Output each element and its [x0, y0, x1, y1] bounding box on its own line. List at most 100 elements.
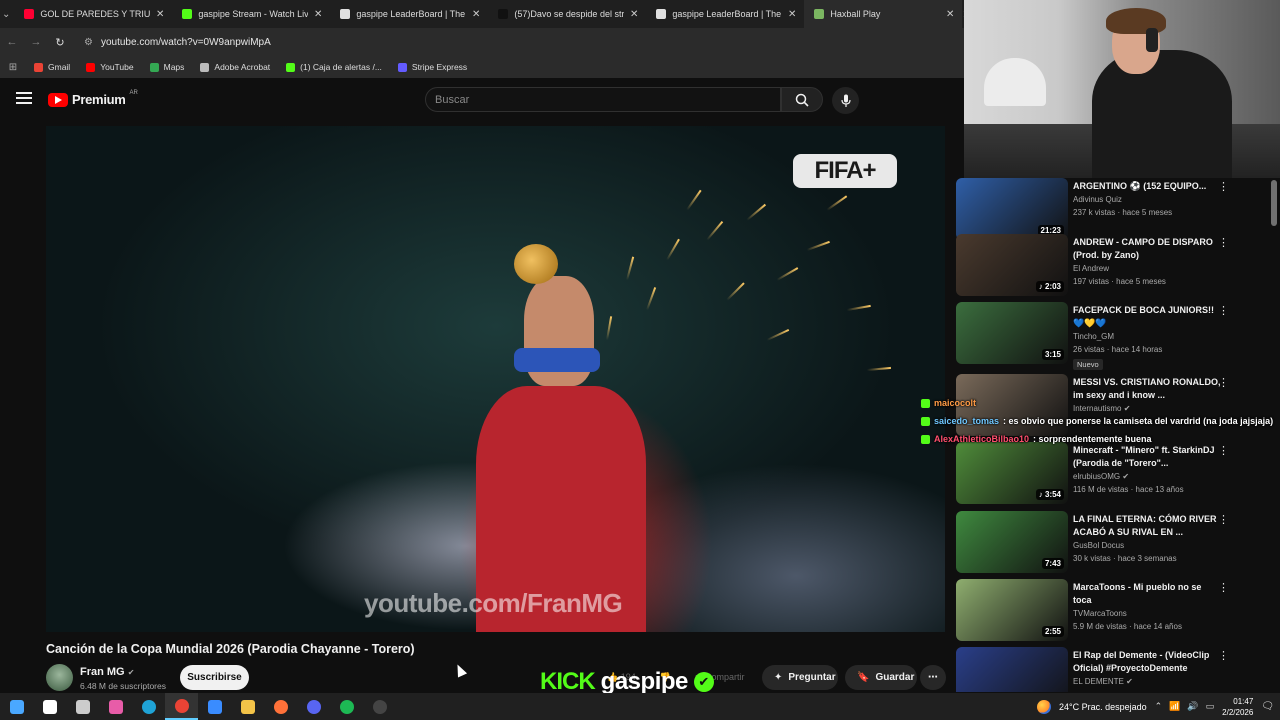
- recommended-video-title: Minecraft - "Minero" ft. StarkinDJ (Paro…: [1073, 445, 1215, 468]
- tab-close-icon[interactable]: ✕: [314, 9, 322, 20]
- apps-grid-icon[interactable]: ⊞: [0, 62, 26, 73]
- explorer-icon: [240, 699, 255, 714]
- tab-close-icon[interactable]: ✕: [156, 9, 164, 20]
- tab-4[interactable]: (57)Davo se despide del stream ✕: [488, 0, 646, 28]
- taskbar-firefox-icon[interactable]: [264, 693, 297, 720]
- search-input[interactable]: Buscar: [425, 87, 781, 112]
- taskbar-search-icon[interactable]: [33, 693, 66, 720]
- more-vertical-icon[interactable]: ⋮: [1218, 304, 1229, 317]
- youtube-premium-logo[interactable]: Premium AR: [48, 90, 138, 107]
- tab-title: GOL DE PAREDES Y TRIUNFAZO: [40, 9, 150, 19]
- voice-search-button[interactable]: [832, 87, 859, 114]
- taskbar-obs-icon[interactable]: [363, 693, 396, 720]
- new-badge: Nuevo: [1073, 359, 1103, 370]
- bookmark-item[interactable]: Stripe Express: [390, 62, 475, 72]
- clock[interactable]: 01:47 2/2/2026: [1222, 696, 1253, 718]
- recommended-video-title: LA FINAL ETERNA: CÓMO RIVER ACABÓ A SU R…: [1073, 514, 1217, 537]
- tab-search-icon[interactable]: ⌄: [2, 3, 10, 25]
- channel-name[interactable]: Fran MG ✔: [80, 666, 134, 678]
- site-info-icon[interactable]: ⚙: [84, 37, 93, 48]
- tab-2[interactable]: gaspipe Stream - Watch Live on ✕: [172, 0, 330, 28]
- bookmark-item[interactable]: (1) Caja de alertas /...: [278, 62, 390, 72]
- reload-icon[interactable]: ↻: [48, 36, 72, 49]
- save-button[interactable]: 🔖 Guardar: [845, 665, 917, 690]
- more-vertical-icon[interactable]: ⋮: [1218, 180, 1229, 193]
- kick-logo: KICK: [540, 668, 596, 695]
- tab-close-icon[interactable]: ✕: [788, 9, 796, 20]
- recommended-video[interactable]: 7:43 LA FINAL ETERNA: CÓMO RIVER ACABÓ A …: [956, 511, 1256, 573]
- taskbar-chrome-icon[interactable]: [165, 693, 198, 720]
- bookmark-item[interactable]: Maps: [142, 62, 193, 72]
- recommended-video-title: FACEPACK DE BOCA JUNIORS!! 💙💛💙: [1073, 305, 1215, 328]
- bookmark-favicon-icon: [200, 62, 210, 72]
- video-duration: 7:43: [1041, 558, 1064, 569]
- recommended-video[interactable]: El Rap del Demente - (VideoClip Oficial)…: [956, 647, 1256, 692]
- clock-date: 2/2/2026: [1222, 707, 1254, 717]
- bookmark-item[interactable]: Gmail: [26, 62, 78, 72]
- more-vertical-icon[interactable]: ⋮: [1218, 581, 1229, 594]
- discord-icon: [306, 699, 321, 714]
- taskbar-store-icon[interactable]: [198, 693, 231, 720]
- more-vertical-icon[interactable]: ⋮: [1218, 444, 1229, 457]
- screen: ⌄ GOL DE PAREDES Y TRIUNFAZO✕gaspipe Str…: [0, 0, 1280, 720]
- verified-badge-icon: ✔: [693, 672, 714, 692]
- video-thumbnail[interactable]: ♪ 2:03: [956, 234, 1068, 296]
- recommended-channel-name: Tincho_GM: [1073, 332, 1115, 341]
- firework-spark: [846, 304, 871, 311]
- bookmark-favicon-icon: [286, 62, 296, 72]
- ask-button[interactable]: ✦ Preguntar: [762, 665, 838, 690]
- bookmark-item[interactable]: Adobe Acrobat: [192, 62, 278, 72]
- search-button[interactable]: [781, 87, 823, 112]
- battery-icon[interactable]: ▭: [1206, 701, 1215, 712]
- tab-close-icon[interactable]: ✕: [472, 9, 480, 20]
- ask-label: Preguntar: [788, 672, 836, 683]
- channel-avatar[interactable]: [46, 664, 73, 691]
- bookmark-item[interactable]: YouTube: [78, 62, 141, 72]
- more-vertical-icon[interactable]: ⋮: [1218, 649, 1229, 662]
- tab-1[interactable]: GOL DE PAREDES Y TRIUNFAZO ✕: [14, 0, 172, 28]
- tab-3[interactable]: gaspipe LeaderBoard | The best ✕: [330, 0, 488, 28]
- taskbar-discord-icon[interactable]: [297, 693, 330, 720]
- recommended-video[interactable]: 2:55 MarcaToons - Mi pueblo no se toca TVM…: [956, 579, 1256, 641]
- video-thumbnail[interactable]: 21:23: [956, 178, 1068, 240]
- more-vertical-icon[interactable]: ⋮: [1218, 236, 1229, 249]
- weather-text[interactable]: 24°C Prac. despejado: [1059, 702, 1147, 712]
- back-icon[interactable]: ←: [0, 36, 24, 48]
- taskbar-windows-start-icon[interactable]: [0, 693, 33, 720]
- more-vertical-icon[interactable]: ⋮: [1218, 376, 1229, 389]
- forward-icon[interactable]: →: [24, 36, 48, 48]
- recommended-video[interactable]: 3:15 FACEPACK DE BOCA JUNIORS!! 💙💛💙 Tincho…: [956, 302, 1256, 370]
- notifications-icon[interactable]: 🗨: [1261, 701, 1274, 712]
- taskbar-explorer-icon[interactable]: [231, 693, 264, 720]
- taskbar-spotify-icon[interactable]: [330, 693, 363, 720]
- tab-close-icon[interactable]: ✕: [630, 9, 638, 20]
- video-thumbnail[interactable]: 3:15: [956, 302, 1068, 364]
- more-actions-button[interactable]: ⋯: [920, 665, 946, 690]
- sidebar-scrollbar[interactable]: [1271, 180, 1277, 226]
- taskbar-copilot-icon[interactable]: [99, 693, 132, 720]
- tab-close-icon[interactable]: ✕: [946, 9, 954, 20]
- tab-5[interactable]: gaspipe LeaderBoard | The best ✕: [646, 0, 804, 28]
- wifi-icon[interactable]: 📶: [1169, 701, 1180, 712]
- taskbar-task-view-icon[interactable]: [66, 693, 99, 720]
- recommended-video[interactable]: ♪ 3:54 Minecraft - "Minero" ft. StarkinDJ…: [956, 442, 1256, 504]
- recommended-video-title: ARGENTINO ⚽ (152 EQUIPO...: [1073, 181, 1207, 191]
- hamburger-menu-icon[interactable]: [16, 92, 32, 106]
- tab-6[interactable]: Haxball Play ✕: [804, 0, 963, 28]
- video-thumbnail[interactable]: [956, 647, 1068, 692]
- chevron-up-icon[interactable]: ⌃: [1155, 701, 1163, 712]
- volume-icon[interactable]: 🔊: [1187, 701, 1198, 712]
- video-thumbnail[interactable]: ♪ 3:54: [956, 442, 1068, 504]
- video-player[interactable]: FIFA+ youtube.com/FranMG: [46, 126, 945, 632]
- more-vertical-icon[interactable]: ⋮: [1218, 513, 1229, 526]
- recommended-meta: 116 M de vistas · hace 13 años: [1073, 485, 1184, 494]
- video-thumbnail[interactable]: 2:55: [956, 579, 1068, 641]
- video-thumbnail[interactable]: 7:43: [956, 511, 1068, 573]
- recommended-video[interactable]: 21:23 ARGENTINO ⚽ (152 EQUIPO... Adivinus …: [956, 178, 1256, 240]
- url-input[interactable]: ⚙ youtube.com/watch?v=0W9anpwiMpA: [78, 31, 958, 53]
- subscribe-button[interactable]: Suscribirse: [180, 665, 249, 690]
- recommended-video[interactable]: MESSI VS. CRISTIANO RONALDO, im sexy and…: [956, 374, 1256, 436]
- weather-icon[interactable]: [1037, 699, 1051, 714]
- recommended-video[interactable]: ♪ 2:03 ANDREW - CAMPO DE DISPARO (Prod. b…: [956, 234, 1256, 296]
- taskbar-edge-icon[interactable]: [132, 693, 165, 720]
